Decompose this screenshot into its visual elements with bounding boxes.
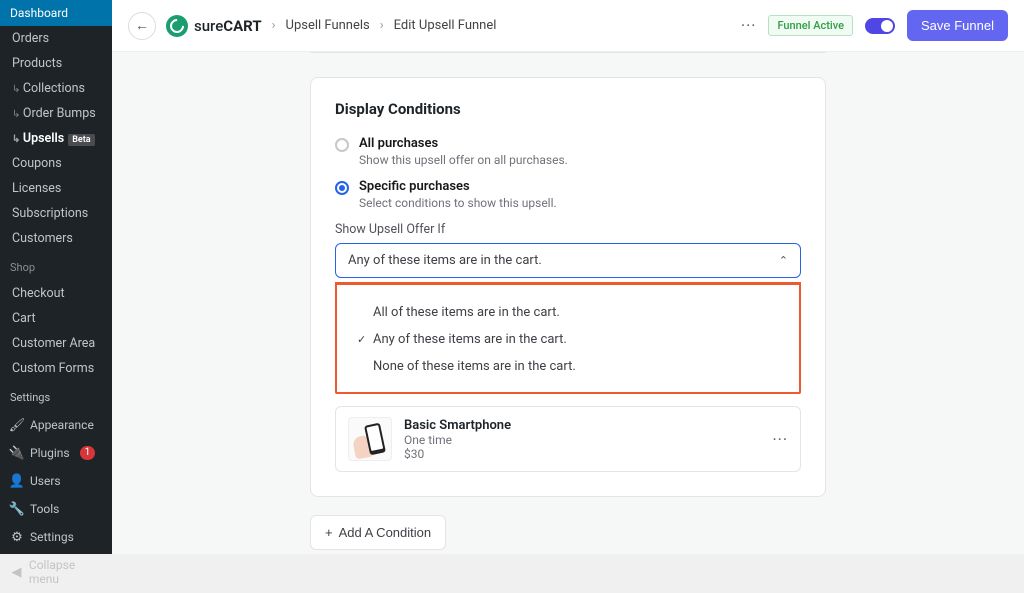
sidebar-item-checkout[interactable]: Checkout <box>0 281 112 306</box>
chevron-up-icon: ⌃ <box>779 254 788 267</box>
funnel-status-badge: Funnel Active <box>768 15 853 36</box>
chevron-right-icon: › <box>272 18 276 33</box>
sidebar-item-custom-forms[interactable]: Custom Forms <box>0 356 112 381</box>
sidebar-item-settings[interactable]: ⚙Settings <box>0 523 112 551</box>
settings-icon: ⚙ <box>10 530 24 544</box>
sidebar-item-order-bumps[interactable]: ↳ Order Bumps <box>0 101 112 126</box>
chevron-right-icon: › <box>380 18 384 33</box>
show-if-dropdown: All of these items are in the cart.✓Any … <box>335 282 801 394</box>
dropdown-option[interactable]: All of these items are in the cart. <box>347 299 789 326</box>
sidebar-item-cart[interactable]: Cart <box>0 306 112 331</box>
sidebar-item-coupons[interactable]: Coupons <box>0 151 112 176</box>
tools-icon: 🔧 <box>10 502 24 516</box>
product-price: $30 <box>404 447 760 461</box>
radio-specific-purchases[interactable] <box>335 181 349 195</box>
check-icon: ✓ <box>357 333 367 346</box>
breadcrumb-edit-funnel: Edit Upsell Funnel <box>394 18 497 33</box>
sidebar-item-plugins[interactable]: 🔌Plugins1 <box>0 439 112 467</box>
more-menu-button[interactable]: ··· <box>741 16 757 35</box>
sidebar-item-subscriptions[interactable]: Subscriptions <box>0 201 112 226</box>
add-condition-button[interactable]: + Add A Condition <box>310 515 446 550</box>
show-if-select[interactable]: Any of these items are in the cart. ⌃ <box>335 243 801 278</box>
dropdown-option[interactable]: ✓Any of these items are in the cart. <box>347 326 789 353</box>
sidebar-item-collapse-menu[interactable]: ◀Collapse menu <box>0 551 112 593</box>
funnel-active-toggle[interactable] <box>865 18 895 34</box>
sidebar-item-customer-area[interactable]: Customer Area <box>0 331 112 356</box>
users-icon: 👤 <box>10 474 24 488</box>
plus-icon: + <box>325 525 333 540</box>
sidebar-item-products[interactable]: Products <box>0 51 112 76</box>
product-row-menu[interactable]: ··· <box>772 430 788 449</box>
sidebar-heading-settings[interactable]: Settings <box>0 381 112 411</box>
topbar: ← sureCART › Upsell Funnels › Edit Upsel… <box>112 0 1024 52</box>
sidebar-item-dashboard[interactable]: Dashboard <box>0 0 112 26</box>
radio-all-purchases-label: All purchases <box>359 136 568 151</box>
dropdown-option[interactable]: None of these items are in the cart. <box>347 353 789 380</box>
sidebar-item-tools[interactable]: 🔧Tools <box>0 495 112 523</box>
plugin-icon: 🔌 <box>10 446 24 460</box>
product-name: Basic Smartphone <box>404 418 760 433</box>
sidebar-item-licenses[interactable]: Licenses <box>0 176 112 201</box>
condition-product-row: Basic Smartphone One time $30 ··· <box>335 406 801 472</box>
show-if-label: Show Upsell Offer If <box>335 222 801 237</box>
brand-logo[interactable]: sureCART <box>166 15 262 37</box>
product-thumbnail <box>348 417 392 461</box>
sidebar-item-customers[interactable]: Customers <box>0 226 112 251</box>
sidebar-heading-shop: Shop <box>0 251 112 281</box>
display-conditions-card: Display Conditions All purchases Show th… <box>310 77 826 497</box>
breadcrumb-upsell-funnels[interactable]: Upsell Funnels <box>286 18 370 33</box>
sidebar-item-appearance[interactable]: 🖌Appearance <box>0 411 112 439</box>
sidebar-item-collections[interactable]: ↳ Collections <box>0 76 112 101</box>
back-button[interactable]: ← <box>128 12 156 40</box>
surecart-icon <box>166 15 188 37</box>
save-funnel-button[interactable]: Save Funnel <box>907 10 1008 41</box>
radio-all-purchases[interactable] <box>335 138 349 152</box>
sidebar-item-orders[interactable]: Orders <box>0 26 112 51</box>
admin-sidebar: Dashboard OrdersProducts↳ Collections↳ O… <box>0 0 112 554</box>
collapse-icon: ◀ <box>10 565 23 579</box>
card-title: Display Conditions <box>335 100 801 118</box>
radio-specific-purchases-label: Specific purchases <box>359 179 557 194</box>
sidebar-item-users[interactable]: 👤Users <box>0 467 112 495</box>
product-interval: One time <box>404 433 760 447</box>
brush-icon: 🖌 <box>10 418 24 432</box>
sidebar-item-upsells[interactable]: ↳ UpsellsBeta <box>0 126 112 151</box>
